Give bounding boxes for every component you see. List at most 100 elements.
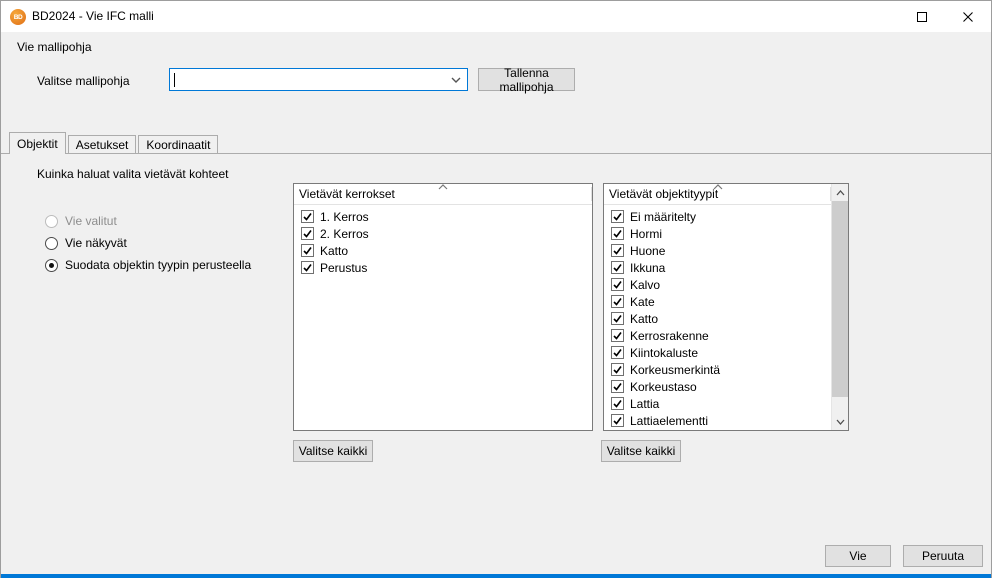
tab[interactable]: Koordinaatit bbox=[138, 135, 218, 153]
object-type-label: Korkeusmerkintä bbox=[630, 363, 720, 377]
radio-option[interactable]: Suodata objektin tyypin perusteella bbox=[45, 257, 251, 273]
object-type-row[interactable]: Kate bbox=[604, 293, 833, 310]
export-ifc-dialog: BD BD2024 - Vie IFC malli Vie mallipohja… bbox=[0, 0, 992, 578]
object-type-checkbox[interactable] bbox=[611, 278, 624, 291]
object-type-row[interactable]: Korkeustaso bbox=[604, 378, 833, 395]
select-all-types-button[interactable]: Valitse kaikki bbox=[601, 440, 681, 462]
scrollbar-thumb[interactable] bbox=[832, 201, 848, 397]
object-type-checkbox[interactable] bbox=[611, 261, 624, 274]
object-type-label: Lattiaelementti bbox=[630, 414, 708, 428]
radio-label: Suodata objektin tyypin perusteella bbox=[65, 258, 251, 272]
layer-label: 1. Kerros bbox=[320, 210, 369, 224]
object-type-label: Huone bbox=[630, 244, 665, 258]
radio-label: Vie näkyvät bbox=[65, 236, 127, 250]
titlebar: BD BD2024 - Vie IFC malli bbox=[1, 1, 991, 32]
window-bottom-border bbox=[1, 574, 991, 578]
scroll-down-icon[interactable] bbox=[832, 413, 848, 430]
radio-button[interactable] bbox=[45, 215, 58, 228]
object-type-label: Kerrosrakenne bbox=[630, 329, 709, 343]
object-types-listview[interactable]: Vietävät objektityypit Ei määritelty bbox=[603, 183, 849, 431]
object-type-row[interactable]: Ikkuna bbox=[604, 259, 833, 276]
object-type-checkbox[interactable] bbox=[611, 210, 624, 223]
sort-ascending-icon bbox=[438, 184, 448, 190]
object-type-row[interactable]: Katto bbox=[604, 310, 833, 327]
layer-checkbox[interactable] bbox=[301, 261, 314, 274]
window-title: BD2024 - Vie IFC malli bbox=[32, 1, 154, 32]
object-type-checkbox[interactable] bbox=[611, 346, 624, 359]
object-type-label: Kalvo bbox=[630, 278, 660, 292]
radio-label: Vie valitut bbox=[65, 214, 117, 228]
object-type-row[interactable]: Ei määritelty bbox=[604, 208, 833, 225]
maximize-icon bbox=[917, 12, 927, 22]
template-combobox[interactable] bbox=[169, 68, 468, 91]
types-header-label: Vietävät objektityypit bbox=[609, 187, 718, 201]
tab-label: Objektit bbox=[17, 137, 58, 151]
types-items: Ei määritelty Hormi Huone bbox=[604, 205, 833, 429]
object-type-row[interactable]: Kalvo bbox=[604, 276, 833, 293]
layer-checkbox[interactable] bbox=[301, 227, 314, 240]
object-type-label: Kate bbox=[630, 295, 655, 309]
close-button[interactable] bbox=[945, 1, 991, 32]
window-controls bbox=[899, 1, 991, 32]
app-icon: BD bbox=[10, 9, 26, 25]
layer-row[interactable]: Katto bbox=[294, 242, 592, 259]
layer-row[interactable]: 2. Kerros bbox=[294, 225, 592, 242]
close-icon bbox=[963, 12, 973, 22]
radio-option[interactable]: Vie valitut bbox=[45, 213, 251, 229]
object-type-checkbox[interactable] bbox=[611, 414, 624, 427]
tab-label: Koordinaatit bbox=[146, 138, 210, 152]
object-type-checkbox[interactable] bbox=[611, 295, 624, 308]
object-type-row[interactable]: Kiintokaluste bbox=[604, 344, 833, 361]
object-type-checkbox[interactable] bbox=[611, 244, 624, 257]
tab-strip: Objektit Asetukset Koordinaatit bbox=[1, 134, 992, 154]
object-type-label: Lattia bbox=[630, 397, 659, 411]
layer-row[interactable]: 1. Kerros bbox=[294, 208, 592, 225]
layer-checkbox[interactable] bbox=[301, 244, 314, 257]
tab[interactable]: Asetukset bbox=[68, 135, 137, 153]
radio-button[interactable] bbox=[45, 237, 58, 250]
export-button[interactable]: Vie bbox=[825, 545, 891, 567]
types-list-header[interactable]: Vietävät objektityypit bbox=[604, 184, 848, 205]
object-type-row[interactable]: Lattia bbox=[604, 395, 833, 412]
layer-row[interactable]: Perustus bbox=[294, 259, 592, 276]
maximize-button[interactable] bbox=[899, 1, 945, 32]
chevron-down-icon[interactable] bbox=[447, 70, 465, 89]
object-type-checkbox[interactable] bbox=[611, 363, 624, 376]
object-type-row[interactable]: Hormi bbox=[604, 225, 833, 242]
scroll-up-icon[interactable] bbox=[832, 184, 848, 201]
object-type-checkbox[interactable] bbox=[611, 397, 624, 410]
object-type-label: Kiintokaluste bbox=[630, 346, 698, 360]
layers-items: 1. Kerros 2. Kerros Katto bbox=[294, 205, 592, 276]
tab-label: Asetukset bbox=[76, 138, 129, 152]
object-type-row[interactable]: Kerrosrakenne bbox=[604, 327, 833, 344]
object-type-checkbox[interactable] bbox=[611, 312, 624, 325]
object-type-row[interactable]: Korkeusmerkintä bbox=[604, 361, 833, 378]
object-type-checkbox[interactable] bbox=[611, 380, 624, 393]
object-type-row[interactable]: Huone bbox=[604, 242, 833, 259]
radio-option[interactable]: Vie näkyvät bbox=[45, 235, 251, 251]
save-template-button[interactable]: Tallenna mallipohja bbox=[478, 68, 575, 91]
radio-button[interactable] bbox=[45, 259, 58, 272]
layers-list-header[interactable]: Vietävät kerrokset bbox=[294, 184, 592, 205]
object-type-checkbox[interactable] bbox=[611, 329, 624, 342]
vertical-scrollbar[interactable] bbox=[831, 184, 848, 430]
template-group-label: Vie mallipohja bbox=[17, 40, 92, 54]
object-type-label: Hormi bbox=[630, 227, 662, 241]
object-type-row[interactable]: Lattiaelementti bbox=[604, 412, 833, 429]
cancel-button[interactable]: Peruuta bbox=[903, 545, 983, 567]
select-all-layers-button[interactable]: Valitse kaikki bbox=[293, 440, 373, 462]
layers-header-label: Vietävät kerrokset bbox=[299, 187, 395, 201]
layer-label: Perustus bbox=[320, 261, 367, 275]
layer-checkbox[interactable] bbox=[301, 210, 314, 223]
selection-radio-group: Vie valitut Vie näkyvät Suodata objektin… bbox=[45, 213, 251, 273]
tab[interactable]: Objektit bbox=[9, 132, 66, 154]
text-cursor bbox=[174, 73, 175, 87]
layers-listview[interactable]: Vietävät kerrokset 1. Kerros 2. bbox=[293, 183, 593, 431]
sort-ascending-icon bbox=[713, 184, 723, 190]
template-combo-label: Valitse mallipohja bbox=[37, 74, 130, 88]
object-type-checkbox[interactable] bbox=[611, 227, 624, 240]
object-type-label: Ikkuna bbox=[630, 261, 665, 275]
object-type-label: Ei määritelty bbox=[630, 210, 696, 224]
layer-label: Katto bbox=[320, 244, 348, 258]
object-type-label: Korkeustaso bbox=[630, 380, 697, 394]
